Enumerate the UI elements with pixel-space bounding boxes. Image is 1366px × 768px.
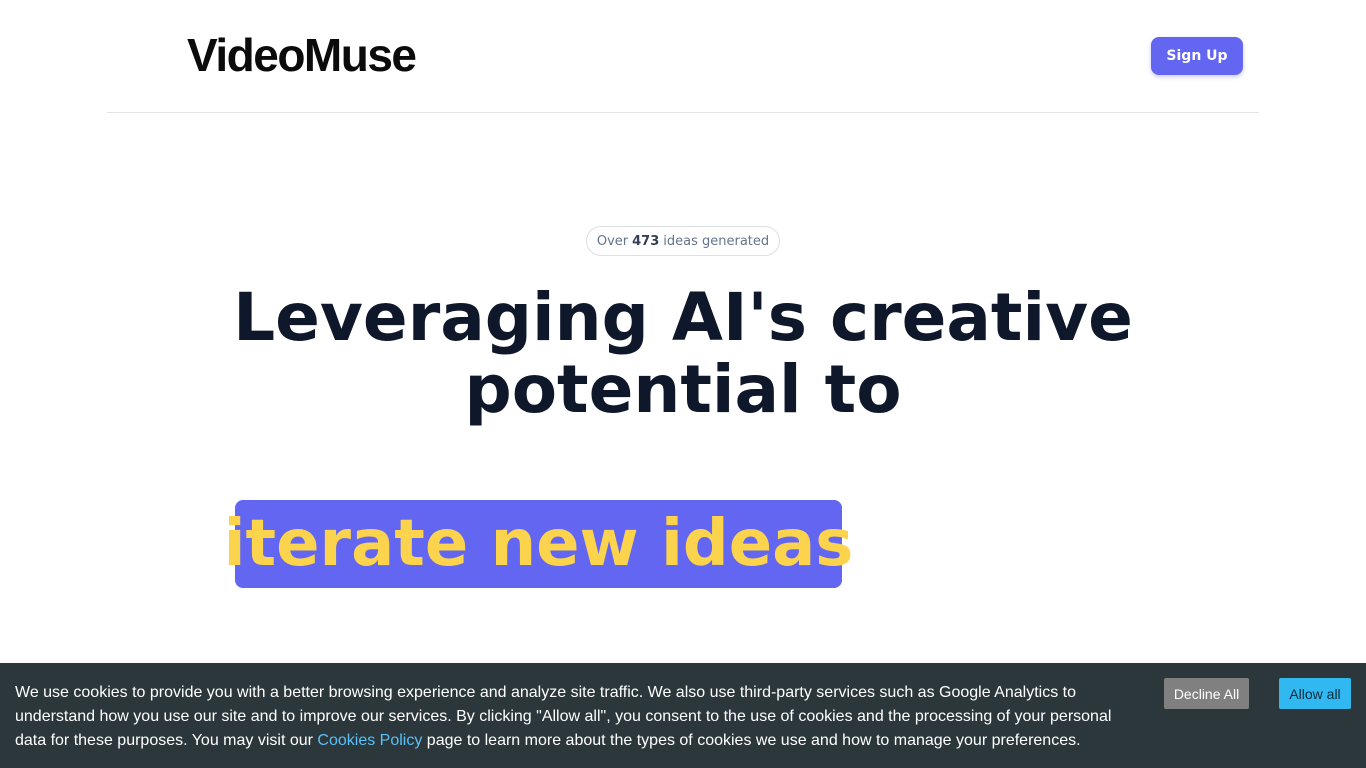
cookie-message: We use cookies to provide you with a bet…	[15, 681, 1125, 753]
allow-all-button[interactable]: Allow all	[1279, 678, 1351, 709]
hero-title-line1: Leveraging AI's creative	[233, 279, 1133, 356]
logo[interactable]: VideoMuse	[187, 28, 417, 82]
hero-title-line2: potential to	[464, 351, 902, 428]
decline-all-button[interactable]: Decline All	[1164, 678, 1249, 709]
counter-prefix: Over	[596, 233, 629, 249]
counter-suffix: ideas generated	[663, 233, 770, 249]
hero-title: Leveraging AI's creative potential to	[183, 282, 1183, 426]
typing-highlight: iterate new ideas	[224, 500, 853, 588]
ideas-counter-badge: Over 473 ideas generated	[586, 226, 780, 256]
counter-value: 473	[632, 233, 660, 249]
cookie-banner: We use cookies to provide you with a bet…	[0, 663, 1366, 768]
sign-up-button[interactable]: Sign Up	[1151, 37, 1243, 75]
cookie-text-part2: page to learn more about the types of co…	[426, 732, 1081, 749]
site-header: VideoMuse Sign Up	[107, 0, 1259, 113]
cookies-policy-link[interactable]: Cookies Policy	[317, 732, 422, 749]
highlight-text: iterate new ideas	[223, 507, 854, 581]
